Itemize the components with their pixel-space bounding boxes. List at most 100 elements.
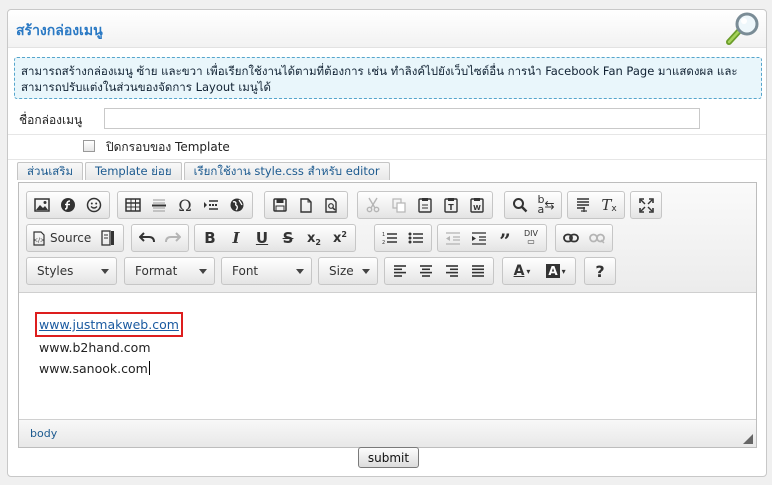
- size-label: Size: [329, 264, 354, 278]
- submit-button[interactable]: submit: [358, 447, 419, 468]
- cut-icon[interactable]: [360, 193, 386, 217]
- horizontal-line-icon[interactable]: [146, 193, 172, 217]
- source-button[interactable]: </> Source: [29, 226, 95, 250]
- element-path[interactable]: body: [30, 427, 57, 440]
- link-icon[interactable]: [558, 226, 584, 250]
- editor-toolbar: Ω T W b a ⇆ T x </> Source B I U S x 2 x…: [19, 183, 756, 293]
- source-label: Source: [50, 231, 92, 245]
- indent-group: ” DIV ▭: [437, 224, 547, 252]
- info-notice: สามารถสร้างกล่องเมนู ซ้าย และขวา เพื่อเร…: [14, 57, 762, 99]
- size-dropdown[interactable]: Size: [318, 257, 378, 285]
- table-icon[interactable]: [120, 193, 146, 217]
- text-color-icon[interactable]: A ▾: [505, 259, 539, 283]
- new-page-icon[interactable]: [293, 193, 319, 217]
- chevron-down-icon: [296, 269, 304, 274]
- hide-frame-label: ปิดกรอบของ Template: [106, 140, 230, 154]
- view-group: [630, 191, 662, 219]
- smiley-icon[interactable]: [81, 193, 107, 217]
- document-group: [264, 191, 348, 219]
- paste-text-icon[interactable]: T: [438, 193, 464, 217]
- replace-icon[interactable]: b a ⇆: [533, 193, 559, 217]
- iframe-globe-icon[interactable]: [224, 193, 250, 217]
- svg-text:1: 1: [382, 232, 385, 238]
- flash-icon[interactable]: [55, 193, 81, 217]
- outdent-icon[interactable]: [440, 226, 466, 250]
- select-all-icon[interactable]: [570, 193, 596, 217]
- superscript-icon[interactable]: x2: [327, 226, 353, 250]
- bulleted-list-icon[interactable]: [403, 226, 429, 250]
- resize-handle-icon[interactable]: [743, 434, 753, 444]
- hide-frame-checkbox[interactable]: [83, 140, 95, 152]
- numbered-list-icon[interactable]: 12: [377, 226, 403, 250]
- align-justify-icon[interactable]: [465, 259, 491, 283]
- font-dropdown[interactable]: Font: [221, 257, 312, 285]
- history-group: [131, 224, 189, 252]
- preview-icon[interactable]: [319, 193, 345, 217]
- styles-dropdown[interactable]: Styles: [26, 257, 117, 285]
- help-group: ?: [584, 257, 616, 285]
- styles-label: Styles: [37, 264, 74, 278]
- chevron-down-icon: [101, 269, 109, 274]
- svg-text:2: 2: [382, 240, 385, 245]
- format-dropdown[interactable]: Format: [124, 257, 215, 285]
- menu-name-row: ชื่อกล่องเมนู: [8, 105, 766, 135]
- page-break-icon[interactable]: [198, 193, 224, 217]
- text-cursor: [148, 361, 150, 375]
- find-icon[interactable]: [507, 193, 533, 217]
- editor-content-area[interactable]: www.justmakweb.com www.b2hand.com www.sa…: [19, 293, 756, 421]
- div-container-icon[interactable]: DIV ▭: [518, 226, 544, 250]
- content-line-b2hand: www.b2hand.com: [39, 340, 151, 355]
- redo-icon[interactable]: [160, 226, 186, 250]
- insert-group-2: Ω: [117, 191, 253, 219]
- bold-icon[interactable]: B: [197, 226, 223, 250]
- chevron-down-icon: [362, 269, 370, 274]
- unlink-icon[interactable]: [584, 226, 610, 250]
- copy-icon[interactable]: [386, 193, 412, 217]
- menu-name-label: ชื่อกล่องเมนู: [19, 113, 83, 127]
- rich-text-editor: Ω T W b a ⇆ T x </> Source B I U S x 2 x…: [18, 182, 757, 448]
- indent-icon[interactable]: [466, 226, 492, 250]
- tab-sub-template[interactable]: Template ย่อย: [85, 162, 182, 180]
- image-icon[interactable]: [29, 193, 55, 217]
- create-menu-box-panel: สร้างกล่องเมนู สามารถสร้างกล่องเมนู ซ้าย…: [7, 9, 767, 477]
- show-blocks-icon[interactable]: [95, 226, 121, 250]
- italic-icon[interactable]: I: [223, 226, 249, 250]
- tab-stylecss[interactable]: เรียกใช้งาน style.css สำหรับ editor: [183, 162, 390, 180]
- insert-group: [26, 191, 110, 219]
- format-label: Format: [135, 264, 178, 278]
- panel-header: สร้างกล่องเมนู: [8, 10, 766, 48]
- paste-word-icon[interactable]: W: [464, 193, 490, 217]
- special-char-icon[interactable]: Ω: [172, 193, 198, 217]
- align-group: [384, 257, 494, 285]
- remove-format-icon[interactable]: Tx: [596, 193, 622, 217]
- subscript-icon[interactable]: x2: [301, 226, 327, 250]
- align-left-icon[interactable]: [387, 259, 413, 283]
- link-group: [555, 224, 613, 252]
- underline-icon[interactable]: U: [249, 226, 275, 250]
- highlight-box: www.justmakweb.com: [35, 312, 183, 337]
- help-icon[interactable]: ?: [587, 259, 613, 283]
- undo-icon[interactable]: [134, 226, 160, 250]
- hide-frame-row: ปิดกรอบของ Template: [8, 136, 766, 160]
- strikethrough-icon[interactable]: S: [275, 226, 301, 250]
- editor-statusbar: body: [19, 419, 756, 447]
- maximize-icon[interactable]: [633, 193, 659, 217]
- source-group: </> Source: [26, 224, 125, 252]
- svg-text:W: W: [473, 204, 481, 212]
- save-icon[interactable]: [267, 193, 293, 217]
- font-label: Font: [232, 264, 259, 278]
- tab-addons[interactable]: ส่วนเสริม: [17, 162, 84, 180]
- blockquote-icon[interactable]: ”: [492, 226, 518, 251]
- editor-tabs: ส่วนเสริม Template ย่อย เรียกใช้งาน style.…: [17, 162, 392, 182]
- align-center-icon[interactable]: [413, 259, 439, 283]
- align-right-icon[interactable]: [439, 259, 465, 283]
- justmakweb-link[interactable]: www.justmakweb.com: [39, 317, 179, 332]
- background-color-icon[interactable]: A ▾: [539, 259, 573, 283]
- svg-text:T: T: [448, 203, 454, 212]
- paste-icon[interactable]: [412, 193, 438, 217]
- svg-text:</>: </>: [33, 237, 45, 244]
- find-group: b a ⇆: [504, 191, 562, 219]
- basic-style-group: B I U S x2 x2: [194, 224, 356, 252]
- color-group: A ▾ A ▾: [502, 257, 576, 285]
- menu-name-input[interactable]: [104, 108, 700, 129]
